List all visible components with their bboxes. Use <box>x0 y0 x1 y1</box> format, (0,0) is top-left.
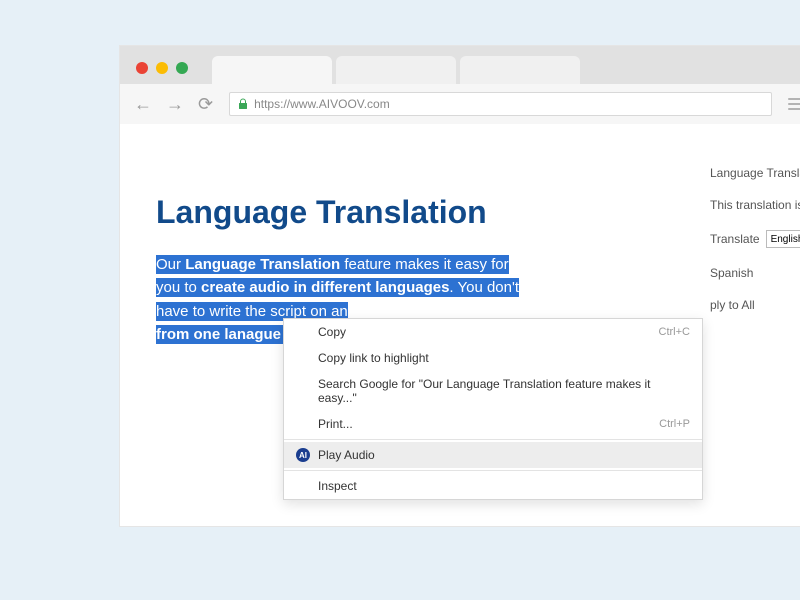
nav-buttons: ← → ⟳ <box>134 94 213 115</box>
spacer-icon <box>296 325 310 339</box>
side-panel: Language Transla This translation is Tra… <box>710 166 800 312</box>
browser-tab[interactable] <box>460 56 580 84</box>
maximize-window-icon[interactable] <box>176 62 188 74</box>
url-bar[interactable]: https://www.AIVOOV.com <box>229 92 772 116</box>
menu-print[interactable]: Print... Ctrl+P <box>284 411 702 437</box>
browser-tab-active[interactable] <box>212 56 332 84</box>
side-panel-note: This translation is <box>710 198 800 212</box>
back-icon[interactable]: ← <box>134 94 152 115</box>
menu-separator <box>284 470 702 471</box>
menu-copy-link[interactable]: Copy link to highlight <box>284 345 702 371</box>
side-panel-title: Language Transla <box>710 166 800 180</box>
menu-icon[interactable] <box>788 98 800 110</box>
reload-icon[interactable]: ⟳ <box>198 94 213 115</box>
menu-copy[interactable]: Copy Ctrl+C <box>284 319 702 345</box>
language-target: Spanish <box>710 266 800 280</box>
spacer-icon <box>296 351 310 365</box>
tabs-container <box>212 56 584 84</box>
address-bar: ← → ⟳ https://www.AIVOOV.com <box>120 84 800 124</box>
ai-icon: AI <box>296 448 310 462</box>
spacer-icon <box>296 384 310 398</box>
forward-icon[interactable]: → <box>166 94 184 115</box>
spacer-icon <box>296 417 310 431</box>
url-text: https://www.AIVOOV.com <box>254 97 390 111</box>
browser-tab[interactable] <box>336 56 456 84</box>
page-title: Language Translation <box>156 194 784 231</box>
spacer-icon <box>296 479 310 493</box>
translate-label: Translate <box>710 232 760 246</box>
lock-icon <box>238 98 248 110</box>
menu-separator <box>284 439 702 440</box>
window-controls <box>130 62 194 84</box>
context-menu: Copy Ctrl+C Copy link to highlight Searc… <box>283 318 703 500</box>
tab-bar <box>120 46 800 84</box>
apply-label: ply to All <box>710 298 800 312</box>
language-input-source[interactable] <box>766 230 800 248</box>
page-content: Language Translation Our Language Transl… <box>120 124 800 346</box>
menu-search-google[interactable]: Search Google for "Our Language Translat… <box>284 371 702 411</box>
translate-row: Translate <box>710 230 800 248</box>
close-window-icon[interactable] <box>136 62 148 74</box>
minimize-window-icon[interactable] <box>156 62 168 74</box>
menu-play-audio[interactable]: AI Play Audio <box>284 442 702 468</box>
menu-inspect[interactable]: Inspect <box>284 473 702 499</box>
